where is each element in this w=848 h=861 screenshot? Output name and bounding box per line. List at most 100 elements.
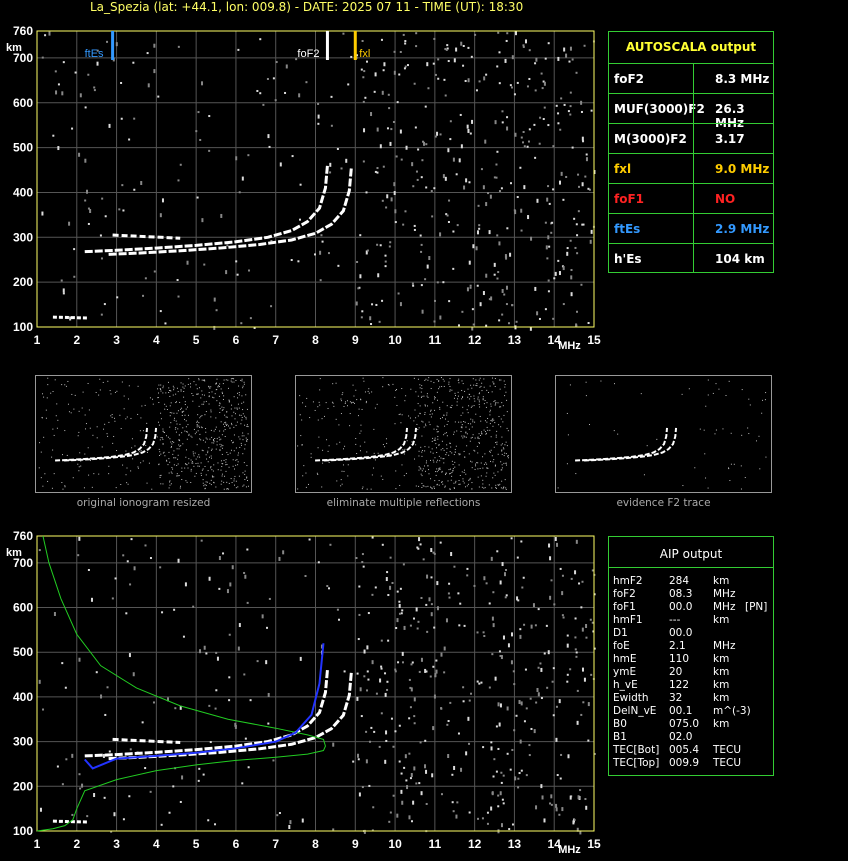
noise-dot bbox=[580, 606, 583, 609]
noise-dot bbox=[574, 570, 577, 575]
noise-dot bbox=[220, 213, 223, 218]
noise-dot bbox=[500, 187, 503, 190]
noise-dot bbox=[548, 543, 551, 548]
noise-dot bbox=[128, 653, 131, 658]
noise-dot bbox=[153, 43, 156, 48]
noise-dot bbox=[520, 208, 523, 213]
noise-dot bbox=[590, 229, 593, 234]
noise-dot bbox=[550, 579, 553, 582]
noise-dot bbox=[459, 113, 462, 116]
noise-dot bbox=[386, 194, 389, 199]
noise-dot bbox=[469, 132, 472, 135]
noise-dot bbox=[424, 278, 427, 281]
noise-dot bbox=[577, 173, 580, 176]
noise-dot bbox=[122, 818, 125, 821]
noise-dot bbox=[285, 64, 288, 69]
noise-dot bbox=[509, 252, 512, 257]
noise-dot bbox=[330, 124, 333, 127]
noise-dot bbox=[585, 636, 588, 639]
noise-dot bbox=[549, 802, 552, 805]
x-tick-label: 9 bbox=[352, 837, 359, 851]
y-tick-label: 760 bbox=[13, 529, 33, 543]
noise-dot bbox=[400, 158, 403, 161]
noise-dot bbox=[505, 569, 508, 572]
autoscala-value: 8.3 MHz bbox=[715, 72, 770, 86]
aip-cell: h_vE bbox=[613, 679, 638, 691]
noise-dot bbox=[364, 96, 367, 99]
noise-dot bbox=[562, 198, 565, 201]
noise-dot bbox=[458, 158, 461, 163]
noise-dot bbox=[241, 782, 244, 785]
noise-dot bbox=[425, 186, 428, 189]
noise-dot bbox=[380, 665, 383, 668]
noise-dot bbox=[215, 309, 218, 312]
noise-dot bbox=[392, 794, 395, 797]
noise-dot bbox=[471, 119, 474, 124]
profile-series-1 bbox=[83, 643, 325, 770]
noise-dot bbox=[393, 70, 396, 75]
noise-dot bbox=[496, 277, 499, 280]
x-tick-label: 12 bbox=[468, 837, 482, 851]
aip-cell: 32 bbox=[669, 692, 683, 704]
noise-dot bbox=[544, 308, 547, 311]
noise-dot bbox=[329, 162, 332, 167]
noise-dot bbox=[498, 82, 501, 85]
noise-dot bbox=[369, 740, 372, 743]
divider bbox=[693, 124, 694, 153]
noise-dot bbox=[462, 686, 465, 689]
noise-dot bbox=[543, 106, 546, 109]
noise-dot bbox=[400, 612, 403, 615]
noise-dot bbox=[538, 142, 541, 145]
noise-dot bbox=[100, 257, 103, 260]
noise-dot bbox=[428, 256, 431, 261]
x-tick-label: 2 bbox=[73, 837, 80, 851]
noise-dot bbox=[496, 150, 499, 153]
x-tick-label: 10 bbox=[388, 837, 402, 851]
noise-dot bbox=[241, 176, 244, 181]
noise-dot bbox=[465, 751, 468, 756]
noise-dot bbox=[505, 303, 508, 306]
noise-dot bbox=[96, 61, 99, 66]
noise-dot bbox=[381, 543, 384, 546]
noise-dot bbox=[282, 550, 285, 555]
noise-dot bbox=[544, 221, 547, 224]
noise-dot bbox=[61, 662, 64, 665]
noise-dot bbox=[108, 123, 111, 128]
noise-dot bbox=[176, 279, 179, 282]
noise-dot bbox=[487, 192, 490, 195]
noise-dot bbox=[501, 110, 504, 113]
noise-dot bbox=[522, 576, 525, 579]
aip-cell: TEC[Bot] bbox=[613, 744, 660, 756]
noise-dot bbox=[455, 814, 458, 819]
noise-dot bbox=[209, 741, 212, 744]
noise-dot bbox=[361, 786, 364, 789]
noise-dot bbox=[496, 550, 499, 553]
thumbnail-eliminate bbox=[295, 375, 512, 493]
noise-dot bbox=[505, 39, 508, 42]
noise-dot bbox=[501, 313, 504, 316]
noise-dot bbox=[486, 822, 489, 825]
aip-cell: m^(-3) bbox=[713, 705, 751, 717]
noise-dot bbox=[433, 552, 436, 555]
noise-dot bbox=[249, 317, 252, 320]
noise-dot bbox=[299, 656, 302, 661]
aip-cell: B1 bbox=[613, 731, 627, 743]
noise-dot bbox=[446, 214, 449, 217]
noise-dot bbox=[78, 773, 81, 776]
noise-dot bbox=[208, 704, 211, 707]
noise-dot bbox=[525, 774, 528, 777]
aip-cell: 00.1 bbox=[669, 705, 693, 717]
x-tick-label: 1 bbox=[34, 333, 41, 347]
noise-dot bbox=[498, 51, 501, 54]
noise-dot bbox=[359, 274, 362, 279]
noise-dot bbox=[262, 103, 265, 106]
noise-dot bbox=[213, 297, 216, 302]
noise-dot bbox=[358, 585, 361, 588]
noise-dot bbox=[237, 48, 240, 51]
noise-dot bbox=[159, 213, 162, 218]
noise-dot bbox=[395, 627, 398, 630]
noise-dot bbox=[436, 131, 439, 136]
autoscala-key: h'Es bbox=[614, 252, 642, 266]
noise-dot bbox=[404, 210, 407, 213]
noise-dot bbox=[506, 116, 509, 119]
